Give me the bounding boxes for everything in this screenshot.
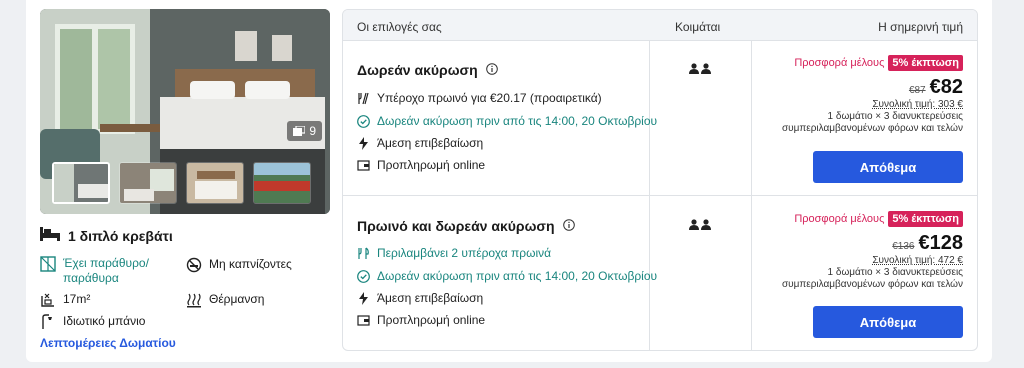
amenity-non-smoking: Μη καπνίζοντες	[186, 257, 292, 273]
bed-info: 1 διπλό κρεβάτι	[40, 227, 173, 244]
person-icon	[689, 61, 699, 79]
stay-note: 1 δωμάτιο × 3 διανυκτερεύσεις	[827, 267, 963, 278]
lightning-icon	[357, 291, 370, 305]
info-icon[interactable]	[485, 62, 498, 78]
stay-note: 1 δωμάτιο × 3 διανυκτερεύσεις	[827, 111, 963, 122]
amenity-label: Θέρμανση	[209, 292, 265, 306]
check-circle-icon	[357, 269, 370, 283]
no-smoking-icon	[186, 257, 202, 273]
total-price: Συνολική τιμή: 472 €	[872, 255, 963, 266]
gallery-thumbnail[interactable]	[253, 162, 311, 204]
amenity-window: Έχει παράθυρο/ παράθυρα	[40, 256, 170, 286]
photo-count-badge[interactable]: 9	[287, 121, 322, 141]
header-price: Η σημερινή τιμή	[878, 20, 963, 34]
occupancy	[689, 61, 711, 79]
header-options: Οι επιλογές σας	[357, 20, 442, 34]
person-icon	[689, 217, 699, 235]
wallet-icon	[357, 314, 370, 327]
amenity-label: 17m²	[63, 292, 91, 306]
amenity-label: Ιδιωτικό μπάνιο	[63, 314, 146, 328]
amenity-label: Έχει παράθυρο/ παράθυρα	[63, 256, 149, 285]
amenity-bathroom: Ιδιωτικό μπάνιο	[40, 314, 145, 330]
member-offer-label: Προσφορά μέλους	[794, 57, 885, 69]
room-photo[interactable]: 9	[40, 9, 330, 214]
tax-note: συμπεριλαμβανομένων φόρων και τελών	[781, 279, 963, 290]
discount-badge: 5% έκπτωση	[888, 211, 963, 227]
photo-count: 9	[309, 124, 316, 138]
header-sleeps: Κοιμάται	[675, 20, 721, 34]
rate-title: Δωρεάν ακύρωση	[357, 62, 498, 78]
person-icon	[701, 61, 711, 79]
reserve-button[interactable]: Απόθεμα	[813, 151, 963, 183]
rate-options-table: Οι επιλογές σας Κοιμάται Η σημερινή τιμή…	[342, 9, 978, 351]
bed-icon	[40, 227, 60, 244]
total-price: Συνολική τιμή: 303 €	[872, 99, 963, 110]
reserve-button[interactable]: Απόθεμα	[813, 306, 963, 338]
person-icon	[701, 217, 711, 235]
info-icon[interactable]	[562, 218, 575, 234]
price-block: Προσφορά μέλους 5% έκπτωση €136 €128 Συν…	[782, 211, 963, 291]
gallery-thumbnail[interactable]	[52, 162, 110, 204]
check-circle-icon	[357, 114, 370, 128]
room-details-link[interactable]: Λεπτομέρειες Δωματίου	[40, 336, 176, 350]
amenity-label: Μη καπνίζοντες	[209, 257, 292, 271]
rate-row: Πρωινό και δωρεάν ακύρωση Περιλαμβάνει 2…	[343, 196, 977, 350]
room-size-icon	[40, 292, 56, 308]
rate-feature: Άμεση επιβεβαίωση	[357, 136, 483, 150]
rate-feature: Άμεση επιβεβαίωση	[357, 291, 483, 305]
breakfast-icon	[357, 92, 370, 105]
amenity-size: 17m²	[40, 292, 90, 308]
rate-feature: Υπέροχο πρωινό για €20.17 (προαιρετικά)	[357, 91, 602, 105]
occupancy	[689, 217, 711, 235]
table-header: Οι επιλογές σας Κοιμάται Η σημερινή τιμή	[343, 10, 977, 41]
rate-feature: Προπληρωμή online	[357, 313, 485, 327]
rate-title: Πρωινό και δωρεάν ακύρωση	[357, 218, 575, 234]
current-price: €128	[918, 232, 964, 254]
amenity-heating: Θέρμανση	[186, 292, 264, 308]
shower-icon	[40, 314, 56, 330]
rate-feature: Δωρεάν ακύρωση πριν από τις 14:00, 20 Οκ…	[357, 114, 657, 128]
old-price: €136	[892, 241, 915, 252]
current-price: €82	[929, 76, 963, 98]
bed-type: 1 διπλό κρεβάτι	[68, 227, 173, 244]
photos-icon	[293, 126, 306, 136]
rate-feature: Δωρεάν ακύρωση πριν από τις 14:00, 20 Οκ…	[357, 269, 657, 283]
rate-feature: Προπληρωμή online	[357, 158, 485, 172]
member-offer-label: Προσφορά μέλους	[794, 213, 885, 225]
rate-row: Δωρεάν ακύρωση Υπέροχο πρωινό για €20.17…	[343, 41, 977, 196]
old-price: €87	[908, 85, 926, 96]
cutlery-icon	[357, 247, 370, 260]
discount-badge: 5% έκπτωση	[888, 55, 963, 71]
tax-note: συμπεριλαμβανομένων φόρων και τελών	[781, 123, 963, 134]
rate-feature: Περιλαμβάνει 2 υπέροχα πρωινά	[357, 246, 551, 260]
wallet-icon	[357, 159, 370, 172]
price-block: Προσφορά μέλους 5% έκπτωση €87 €82 Συνολ…	[782, 55, 963, 135]
heating-icon	[186, 292, 202, 308]
gallery-thumbnail[interactable]	[186, 162, 244, 204]
gallery-thumbnail[interactable]	[119, 162, 177, 204]
lightning-icon	[357, 136, 370, 150]
window-icon	[40, 256, 56, 272]
